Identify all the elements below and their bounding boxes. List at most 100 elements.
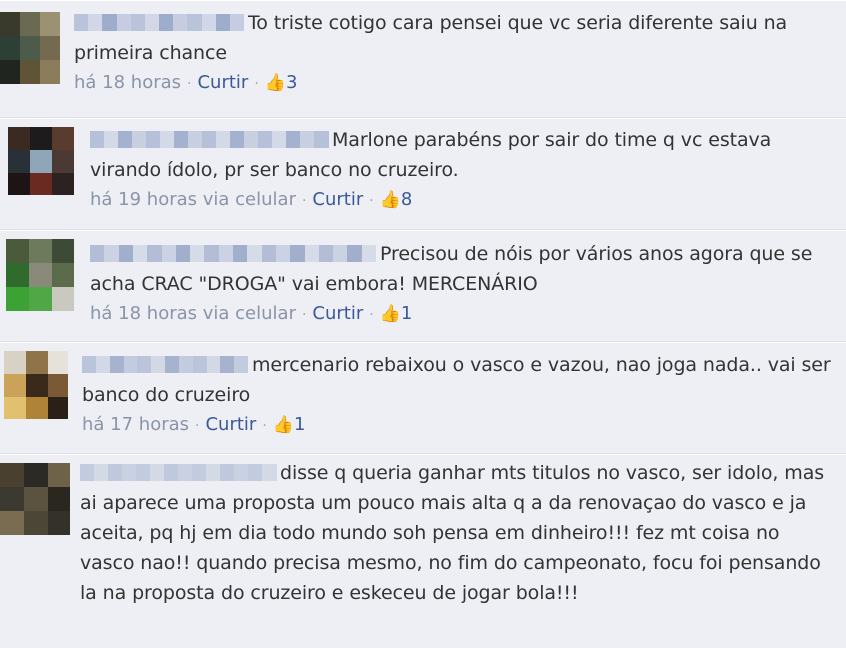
name-blur-segment	[233, 245, 248, 262]
avatar-pixel	[6, 263, 29, 287]
avatar-pixel	[40, 60, 60, 84]
thumbs-up-icon[interactable]: 👍	[265, 73, 286, 93]
comment-item: To triste cotigo cara pensei que vc seri…	[0, 0, 846, 118]
like-link[interactable]: Curtir	[312, 303, 363, 324]
like-count[interactable]: 3	[286, 72, 297, 93]
name-blur-segment	[192, 464, 207, 481]
avatar-pixel	[24, 511, 48, 535]
comment-item: Marlone parabéns por sair do time q vc e…	[0, 118, 846, 230]
name-blur-segment	[286, 131, 301, 148]
author-name-blurred[interactable]	[74, 14, 245, 31]
avatar-pixel	[8, 173, 30, 195]
avatar-pixel	[52, 287, 74, 311]
avatar-pixel	[29, 287, 52, 311]
comment-meta: há 19 horas via celular · Curtir · 👍8	[90, 189, 413, 210]
name-blur-segment	[144, 14, 160, 31]
thumbs-up-icon[interactable]: 👍	[380, 190, 401, 210]
name-blur-segment	[94, 464, 109, 481]
author-name-blurred[interactable]	[90, 245, 377, 262]
name-blur-segment	[90, 131, 105, 148]
name-blur-segment	[333, 245, 348, 262]
avatar-pixel	[0, 511, 24, 535]
name-blur-segment	[216, 131, 231, 148]
name-blur-segment	[174, 131, 189, 148]
name-blur-segment	[229, 14, 245, 31]
thumbs-up-icon[interactable]: 👍	[273, 415, 294, 435]
avatar[interactable]	[4, 351, 68, 419]
comment-text: disse q queria ganhar mts titulos no vas…	[80, 462, 825, 604]
avatar-pixel	[24, 487, 48, 511]
comment-meta: há 17 horas · Curtir · 👍1	[82, 414, 306, 435]
like-link[interactable]: Curtir	[205, 414, 256, 435]
comment-text: Marlone parabéns por sair do time q vc e…	[90, 129, 772, 181]
name-blur-segment	[88, 14, 103, 31]
avatar-pixel	[8, 150, 30, 173]
avatar-pixel	[40, 36, 60, 60]
name-blur-segment	[262, 464, 277, 481]
like-count[interactable]: 8	[401, 189, 412, 210]
timestamp[interactable]: há 18 horas	[90, 303, 197, 324]
avatar-pixel	[52, 263, 74, 287]
avatar-pixel	[29, 263, 52, 287]
avatar-pixel	[48, 487, 70, 511]
avatar[interactable]	[0, 463, 70, 535]
name-blur-segment	[314, 131, 329, 148]
name-blur-segment	[74, 14, 89, 31]
name-blur-segment	[147, 245, 162, 262]
via-label: via celular	[202, 189, 296, 210]
avatar-pixel	[40, 12, 60, 36]
name-blur-segment	[190, 245, 205, 262]
like-link[interactable]: Curtir	[312, 189, 363, 210]
name-blur-segment	[248, 464, 263, 481]
author-name-blurred[interactable]	[82, 356, 249, 373]
timestamp[interactable]: há 17 horas	[82, 414, 189, 435]
thumbs-up-icon[interactable]: 👍	[380, 304, 401, 324]
name-blur-segment	[123, 356, 138, 373]
timestamp[interactable]: há 18 horas	[74, 72, 181, 93]
name-blur-segment	[275, 245, 291, 262]
comment-meta: há 18 horas · Curtir · 👍3	[74, 72, 298, 93]
like-count[interactable]: 1	[401, 303, 412, 324]
name-blur-segment	[165, 356, 180, 373]
avatar[interactable]	[6, 239, 74, 311]
avatar-pixel	[52, 150, 74, 173]
name-blur-segment	[173, 14, 188, 31]
author-name-blurred[interactable]	[90, 131, 329, 148]
like-count[interactable]: 1	[294, 414, 305, 435]
avatar[interactable]	[8, 127, 74, 195]
name-blur-segment	[272, 131, 287, 148]
comment-meta: há 18 horas via celular · Curtir · 👍1	[90, 303, 413, 324]
avatar-pixel	[48, 351, 68, 374]
avatar-pixel	[52, 173, 74, 195]
comment-item: mercenario rebaixou o vasco e vazou, nao…	[0, 342, 846, 454]
avatar-pixel	[4, 397, 26, 419]
name-blur-segment	[160, 131, 175, 148]
avatar-pixel	[4, 351, 26, 374]
avatar-pixel	[29, 239, 52, 263]
avatar-pixel	[0, 12, 20, 36]
comment-item: Precisou de nóis por vários anos agora q…	[0, 230, 846, 342]
avatar-pixel	[0, 487, 24, 511]
avatar-pixel	[52, 239, 74, 263]
comment-text: Precisou de nóis por vários anos agora q…	[90, 243, 813, 295]
name-blur-segment	[136, 464, 151, 481]
comment-feed: To triste cotigo cara pensei que vc seri…	[0, 0, 846, 648]
comment-text: mercenario rebaixou o vasco e vazou, nao…	[82, 354, 831, 406]
avatar-pixel	[24, 463, 48, 487]
name-blur-segment	[109, 356, 124, 373]
name-blur-segment	[164, 464, 179, 481]
avatar-pixel	[48, 397, 68, 419]
like-link[interactable]: Curtir	[197, 72, 248, 93]
comment-text: To triste cotigo cara pensei que vc seri…	[74, 12, 788, 64]
avatar-pixel	[26, 374, 48, 397]
avatar[interactable]	[0, 12, 60, 84]
name-blur-segment	[347, 245, 363, 262]
timestamp[interactable]: há 19 horas	[90, 189, 197, 210]
name-blur-segment	[220, 356, 235, 373]
avatar-pixel	[30, 150, 52, 173]
name-blur-segment	[304, 245, 320, 262]
avatar-pixel	[48, 374, 68, 397]
name-blur-segment	[261, 245, 277, 262]
name-blur-segment	[108, 464, 123, 481]
author-name-blurred[interactable]	[80, 464, 277, 481]
